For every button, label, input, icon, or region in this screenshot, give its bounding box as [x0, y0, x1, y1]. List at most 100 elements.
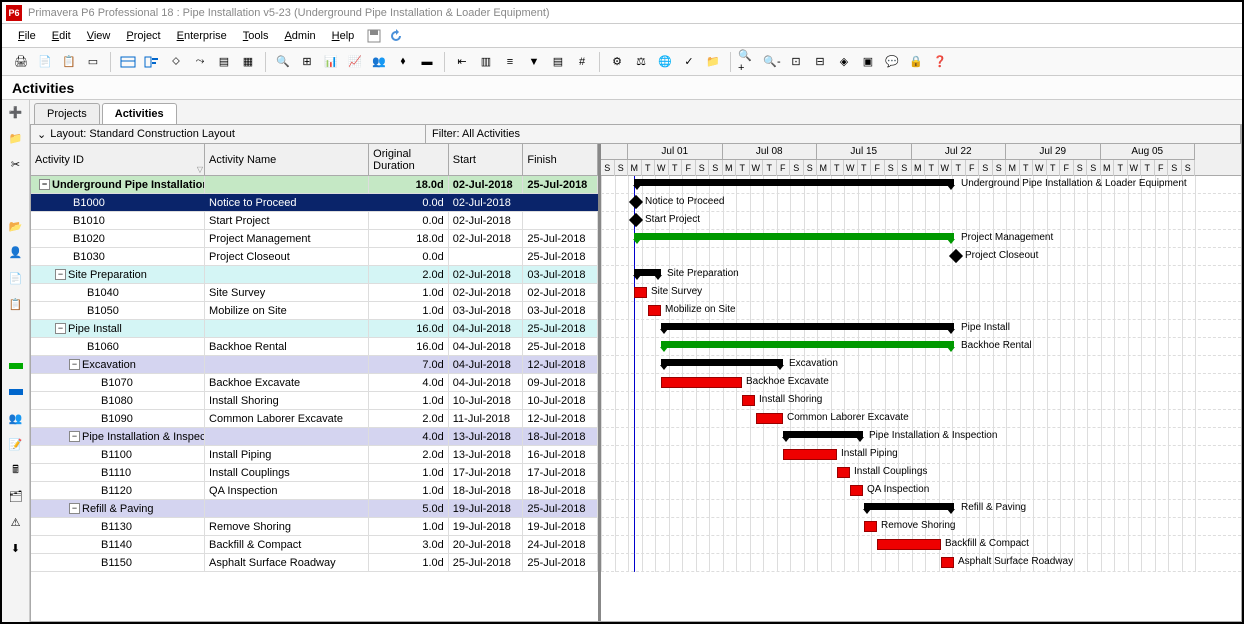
apply-actuals-icon[interactable]: ✓	[678, 51, 700, 73]
save-icon[interactable]	[364, 26, 384, 46]
menu-tools[interactable]: Tools	[235, 27, 277, 45]
filter-label[interactable]: Filter: All Activities	[426, 125, 1241, 143]
doc-icon[interactable]: 📄	[6, 268, 26, 288]
blue-bar-icon[interactable]	[6, 382, 26, 402]
menu-edit[interactable]: Edit	[44, 27, 79, 45]
gantt-bar[interactable]	[661, 359, 783, 366]
gantt-row[interactable]: Pipe Install	[601, 320, 1241, 338]
add-icon[interactable]: ➕	[6, 102, 26, 122]
bars-icon[interactable]: 📊	[320, 51, 342, 73]
view-gantt-icon[interactable]	[141, 51, 163, 73]
grid-row[interactable]: B1060Backhoe Rental16.0d04-Jul-201825-Ju…	[31, 338, 598, 356]
print-preview-icon[interactable]: 📄	[34, 51, 56, 73]
gantt-bar[interactable]	[864, 521, 877, 532]
filter-icon[interactable]: ▼	[523, 51, 545, 73]
user-icon[interactable]: 👤	[6, 242, 26, 262]
gantt-bar[interactable]	[949, 249, 963, 263]
green-bar-icon[interactable]	[6, 356, 26, 376]
menu-file[interactable]: File	[10, 27, 44, 45]
grid-row[interactable]: −Pipe Install16.0d04-Jul-201825-Jul-2018	[31, 320, 598, 338]
collapse-icon[interactable]: −	[69, 503, 80, 514]
grid-row[interactable]: B1070Backhoe Excavate4.0d04-Jul-201809-J…	[31, 374, 598, 392]
wbs-icon[interactable]: 📁	[6, 128, 26, 148]
gantt-bar[interactable]	[864, 503, 954, 510]
resource-usage-icon[interactable]: 👥	[368, 51, 390, 73]
grid-row[interactable]: −Underground Pipe Installation & Loader …	[31, 176, 598, 194]
gantt-bar[interactable]	[648, 305, 661, 316]
gantt-bar[interactable]	[634, 269, 661, 276]
grid-row[interactable]: −Refill & Paving5.0d19-Jul-201825-Jul-20…	[31, 500, 598, 518]
view-network-icon[interactable]: ⬦	[165, 51, 187, 73]
gantt-row[interactable]: Backhoe Excavate	[601, 374, 1241, 392]
store-period-icon[interactable]: 📁	[702, 51, 724, 73]
table-icon[interactable]: ⊞	[296, 51, 318, 73]
gantt-row[interactable]: Install Piping	[601, 446, 1241, 464]
collapse-icon[interactable]: ◈	[833, 51, 855, 73]
gantt-bar[interactable]	[850, 485, 863, 496]
grid-row[interactable]: B1020Project Management18.0d02-Jul-20182…	[31, 230, 598, 248]
gantt-row[interactable]: Asphalt Surface Roadway	[601, 554, 1241, 572]
page-icon[interactable]: ▭	[82, 51, 104, 73]
indent-left-icon[interactable]: ⇤	[451, 51, 473, 73]
gantt-bar[interactable]	[634, 287, 647, 298]
collapse-icon[interactable]: −	[55, 269, 66, 280]
collapse-icon[interactable]: −	[39, 179, 50, 190]
menu-admin[interactable]: Admin	[276, 27, 323, 45]
gantt-row[interactable]: Underground Pipe Installation & Loader E…	[601, 176, 1241, 194]
stack-icon[interactable]: 🗂	[6, 486, 26, 506]
gantt-row[interactable]: Mobilize on Site	[601, 302, 1241, 320]
grid-row[interactable]: B1050Mobilize on Site1.0d03-Jul-201803-J…	[31, 302, 598, 320]
col-finish[interactable]: Finish	[523, 144, 598, 175]
report-icon[interactable]: 📋	[6, 294, 26, 314]
gantt-bar[interactable]	[661, 377, 742, 388]
summarize-icon[interactable]: 🌐	[654, 51, 676, 73]
hash-icon[interactable]: #	[571, 51, 593, 73]
lock-icon[interactable]: 🔒	[905, 51, 927, 73]
gantt-row[interactable]: Project Management	[601, 230, 1241, 248]
view-profile-icon[interactable]: ▦	[237, 51, 259, 73]
gantt-bar[interactable]	[634, 233, 954, 240]
view-grid-icon[interactable]	[117, 51, 139, 73]
timescale-icon[interactable]: ▤	[547, 51, 569, 73]
col-duration[interactable]: Original Duration	[369, 144, 449, 175]
grid-row[interactable]: −Pipe Installation & Inspection4.0d13-Ju…	[31, 428, 598, 446]
gantt-row[interactable]: Pipe Installation & Inspection	[601, 428, 1241, 446]
gantt-row[interactable]: Common Laborer Excavate	[601, 410, 1241, 428]
gantt-row[interactable]: Project Closeout	[601, 248, 1241, 266]
grid-row[interactable]: B1040Site Survey1.0d02-Jul-201802-Jul-20…	[31, 284, 598, 302]
tab-activities[interactable]: Activities	[102, 103, 177, 124]
view-trace-icon[interactable]: ⤳	[189, 51, 211, 73]
gantt-row[interactable]: Start Project	[601, 212, 1241, 230]
layout-selector[interactable]: ⌄Layout: Standard Construction Layout	[31, 125, 426, 143]
gantt-chart[interactable]: Jul 01Jul 08Jul 15Jul 22Jul 29Aug 05 SSM…	[601, 144, 1241, 621]
gantt-bar[interactable]	[629, 213, 643, 227]
gantt-row[interactable]: Notice to Proceed	[601, 194, 1241, 212]
gantt-row[interactable]: Remove Shoring	[601, 518, 1241, 536]
schedule-icon[interactable]: ⚙	[606, 51, 628, 73]
gantt-bar[interactable]	[661, 323, 954, 330]
menu-view[interactable]: View	[79, 27, 119, 45]
expand-icon[interactable]: ⊟	[809, 51, 831, 73]
grid-row[interactable]: B1110Install Couplings1.0d17-Jul-201817-…	[31, 464, 598, 482]
grid-row[interactable]: B1000Notice to Proceed0.0d02-Jul-2018	[31, 194, 598, 212]
grid-row[interactable]: B1100Install Piping2.0d13-Jul-201816-Jul…	[31, 446, 598, 464]
columns-icon[interactable]: ▥	[475, 51, 497, 73]
down-icon[interactable]: ⬇	[6, 538, 26, 558]
warning-icon[interactable]: ⚠	[6, 512, 26, 532]
calc-icon[interactable]: 🖩	[6, 460, 26, 480]
gantt-bar[interactable]	[661, 341, 954, 348]
chart-icon[interactable]: 📈	[344, 51, 366, 73]
gantt-row[interactable]: Backfill & Compact	[601, 536, 1241, 554]
grid-row[interactable]: B1150Asphalt Surface Roadway1.0d25-Jul-2…	[31, 554, 598, 572]
gantt-bar[interactable]	[783, 449, 837, 460]
menu-enterprise[interactable]: Enterprise	[169, 27, 235, 45]
collapse-icon[interactable]: −	[69, 431, 80, 442]
zoom-out-icon[interactable]: 🔍-	[761, 51, 783, 73]
folder-icon[interactable]: 📂	[6, 216, 26, 236]
gantt-bar[interactable]	[742, 395, 755, 406]
tab-projects[interactable]: Projects	[34, 103, 100, 124]
note-icon[interactable]: 💬	[881, 51, 903, 73]
grid-row[interactable]: B1140Backfill & Compact3.0d20-Jul-201824…	[31, 536, 598, 554]
grid-row[interactable]: −Site Preparation2.0d02-Jul-201803-Jul-2…	[31, 266, 598, 284]
menu-project[interactable]: Project	[118, 27, 168, 45]
